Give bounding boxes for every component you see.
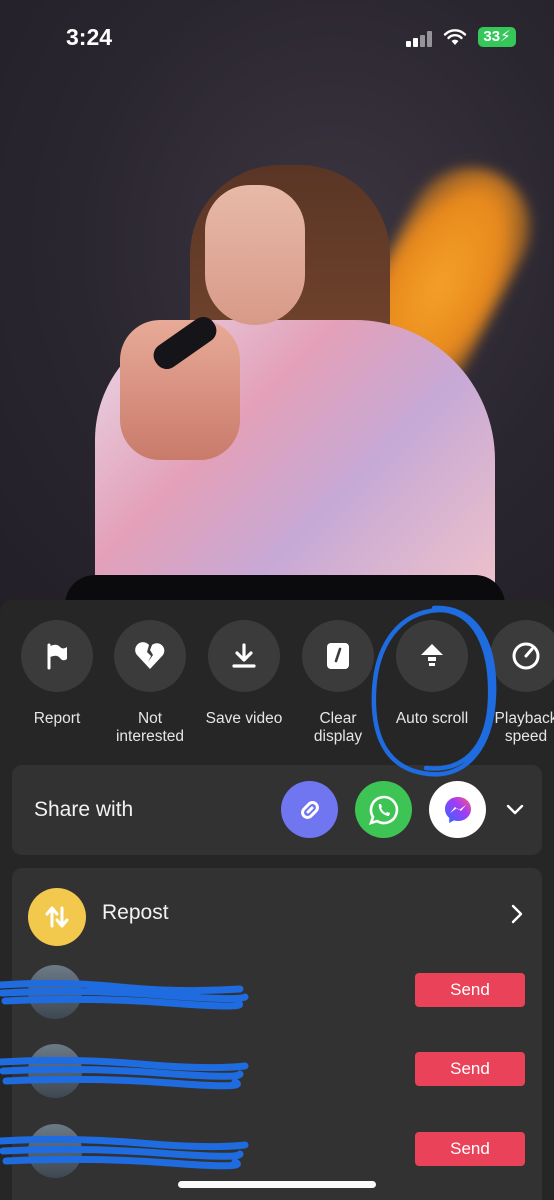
- share-title: Share with: [34, 798, 134, 821]
- save-video-button[interactable]: Save video: [194, 620, 294, 728]
- redaction-scribble: [0, 1056, 249, 1090]
- chevron-right-icon[interactable]: [508, 903, 526, 925]
- battery-level: 33: [483, 28, 501, 45]
- send-button[interactable]: Send: [415, 1132, 525, 1166]
- playback-speed-button[interactable]: Playback speed: [476, 620, 554, 746]
- clear-display-icon: [327, 643, 349, 669]
- performer-face: [205, 185, 305, 325]
- chevron-down-icon[interactable]: [504, 798, 526, 820]
- not-interested-button[interactable]: Not interested: [100, 620, 200, 746]
- whatsapp-icon: [368, 795, 398, 825]
- speedometer-icon: [512, 642, 540, 670]
- repost-icon[interactable]: [28, 888, 86, 946]
- auto-scroll-label: Auto scroll: [395, 710, 469, 727]
- report-circle: [21, 620, 93, 692]
- report-label: Report: [33, 710, 81, 727]
- wifi-icon: [443, 29, 467, 45]
- share-card: Share with: [12, 765, 542, 855]
- link-icon: [300, 800, 319, 819]
- share-sheet: Report Not interested Save video Clear dis…: [0, 600, 554, 1200]
- contact-row: Send: [0, 1124, 542, 1178]
- repost-arrows-icon: [45, 906, 69, 928]
- report-button[interactable]: Report: [7, 620, 107, 728]
- repost-label[interactable]: Repost: [102, 901, 169, 925]
- redaction-scribble: [0, 1136, 249, 1170]
- send-button[interactable]: Send: [415, 973, 525, 1007]
- video-player[interactable]: [0, 0, 554, 610]
- save-video-circle: [208, 620, 280, 692]
- battery-icon: 33⚡: [478, 27, 516, 47]
- flag-icon: [47, 643, 67, 670]
- home-indicator[interactable]: [178, 1181, 376, 1188]
- broken-heart-icon: [135, 642, 165, 669]
- messenger-icon: [444, 796, 471, 823]
- not-interested-circle: [114, 620, 186, 692]
- clear-display-button[interactable]: Clear display: [288, 620, 388, 746]
- playback-speed-circle: [490, 620, 554, 692]
- copy-link-button[interactable]: [281, 781, 338, 838]
- contact-row: Send: [0, 965, 542, 1019]
- save-video-label: Save video: [205, 710, 283, 727]
- download-icon: [232, 643, 256, 668]
- redaction-scribble: [0, 979, 249, 1010]
- contacts-card: Repost Send Send Send: [0, 868, 542, 1200]
- contact-row: Send: [0, 1044, 542, 1098]
- status-time: 3:24: [66, 24, 113, 50]
- auto-scroll-button[interactable]: Auto scroll: [382, 620, 482, 728]
- send-button[interactable]: Send: [415, 1052, 525, 1086]
- not-interested-label: Not interested: [115, 710, 185, 745]
- playback-speed-label: Playback speed: [494, 710, 554, 745]
- messenger-button[interactable]: [429, 781, 486, 838]
- whatsapp-button[interactable]: [355, 781, 412, 838]
- auto-scroll-circle: [396, 620, 468, 692]
- clear-display-label: Clear display: [313, 710, 363, 745]
- action-row: Report Not interested Save video Clear dis…: [0, 620, 554, 760]
- cellular-signal-icon: [406, 31, 434, 47]
- status-bar: 3:24 33⚡: [0, 0, 554, 70]
- clear-display-circle: [302, 620, 374, 692]
- arrow-up-icon: [421, 644, 443, 666]
